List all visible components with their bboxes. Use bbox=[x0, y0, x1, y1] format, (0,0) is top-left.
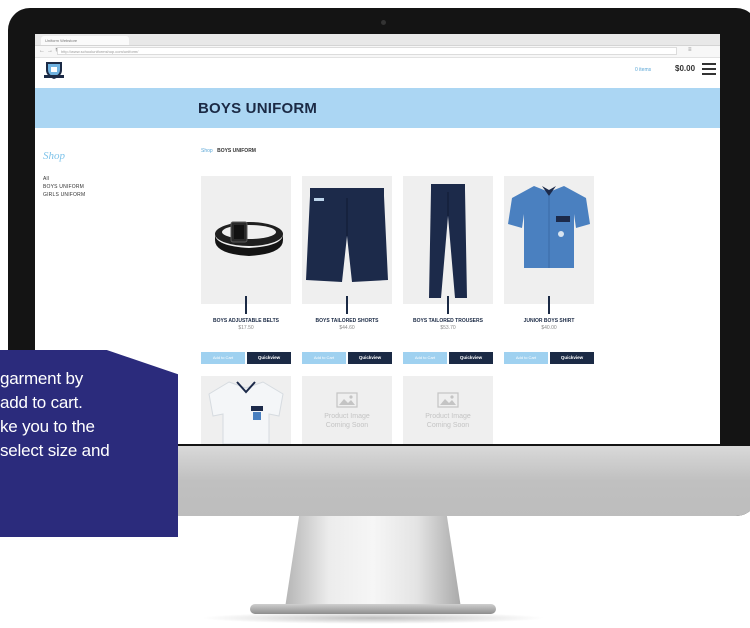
add-to-cart-button[interactable]: Add to Cart bbox=[302, 352, 346, 364]
divider-tick bbox=[245, 296, 247, 314]
product-price: $44.60 bbox=[339, 325, 355, 331]
product-name[interactable]: JUNIOR BOYS SHIRT bbox=[499, 318, 599, 324]
cart-total[interactable]: $0.00 bbox=[675, 63, 695, 75]
caption-line: add to cart. bbox=[0, 393, 83, 412]
add-to-cart-button[interactable]: Add to Cart bbox=[504, 352, 548, 364]
coming-soon-line1: Product Image bbox=[425, 413, 471, 420]
sidebar-item-boys-uniform[interactable]: BOYS UNIFORM bbox=[43, 184, 84, 190]
polo-shirt-icon bbox=[208, 381, 284, 444]
tab-bar: Uniform Webstore bbox=[35, 34, 720, 46]
browser-menu-icon[interactable]: ≡ bbox=[688, 46, 692, 55]
url-input[interactable]: http://www.schooluniformshop.com/uniform… bbox=[57, 47, 677, 55]
shorts-icon bbox=[306, 188, 388, 282]
divider-tick bbox=[447, 296, 449, 314]
product-image[interactable] bbox=[302, 176, 392, 304]
browser-tab[interactable]: Uniform Webstore bbox=[41, 36, 129, 45]
cart-items-label[interactable]: 0 items bbox=[635, 66, 651, 74]
page-title: BOYS UNIFORM bbox=[198, 100, 318, 117]
product-image[interactable] bbox=[504, 176, 594, 304]
address-bar: ←→↻ http://www.schooluniformshop.com/uni… bbox=[35, 46, 720, 58]
caption-line: garment by bbox=[0, 369, 84, 388]
product-image[interactable] bbox=[201, 376, 291, 444]
belt-icon bbox=[215, 221, 283, 256]
divider-tick bbox=[346, 296, 348, 314]
quickview-button[interactable]: Quickview bbox=[247, 352, 291, 364]
image-placeholder-icon bbox=[437, 392, 459, 408]
breadcrumb: Shop BOYS UNIFORM bbox=[201, 148, 256, 154]
divider-tick bbox=[548, 296, 550, 314]
product-image-placeholder[interactable]: Product Image Coming Soon bbox=[403, 376, 493, 444]
category-banner: BOYS UNIFORM bbox=[35, 88, 720, 128]
product-price: $17.50 bbox=[238, 325, 254, 331]
monitor-stand bbox=[285, 516, 461, 608]
sidebar-item-girls-uniform[interactable]: GIRLS UNIFORM bbox=[43, 192, 85, 198]
caption-line: select size and bbox=[0, 441, 110, 460]
camera-icon bbox=[381, 20, 386, 25]
caption-line: ke you to the bbox=[0, 417, 95, 436]
product-name[interactable]: BOYS TAILORED SHORTS bbox=[297, 318, 397, 324]
product-price: $40.00 bbox=[541, 325, 557, 331]
shirt-icon bbox=[508, 186, 590, 268]
product-name[interactable]: BOYS TAILORED TROUSERS bbox=[398, 318, 498, 324]
trousers-icon bbox=[429, 184, 467, 298]
quickview-button[interactable]: Quickview bbox=[348, 352, 392, 364]
hamburger-menu-icon[interactable] bbox=[702, 63, 716, 75]
breadcrumb-shop-link[interactable]: Shop bbox=[201, 148, 213, 154]
breadcrumb-current: BOYS UNIFORM bbox=[217, 148, 256, 154]
quickview-button[interactable]: Quickview bbox=[449, 352, 493, 364]
product-image[interactable] bbox=[403, 176, 493, 304]
product-name[interactable]: BOYS ADJUSTABLE BELTS bbox=[196, 318, 296, 324]
sidebar-item-all[interactable]: All bbox=[43, 176, 49, 182]
add-to-cart-button[interactable]: Add to Cart bbox=[403, 352, 447, 364]
coming-soon-line2: Coming Soon bbox=[426, 422, 470, 429]
school-logo[interactable] bbox=[43, 60, 65, 80]
monitor-base bbox=[250, 604, 496, 614]
sidebar-heading: Shop bbox=[43, 150, 65, 162]
image-placeholder-icon bbox=[336, 392, 358, 408]
product-price: $53.70 bbox=[440, 325, 456, 331]
add-to-cart-button[interactable]: Add to Cart bbox=[201, 352, 245, 364]
coming-soon-line1: Product Image bbox=[324, 413, 370, 420]
product-image-placeholder[interactable]: Product Image Coming Soon bbox=[302, 376, 392, 444]
product-image[interactable] bbox=[201, 176, 291, 304]
coming-soon-line2: Coming Soon bbox=[325, 422, 369, 429]
quickview-button[interactable]: Quickview bbox=[550, 352, 594, 364]
